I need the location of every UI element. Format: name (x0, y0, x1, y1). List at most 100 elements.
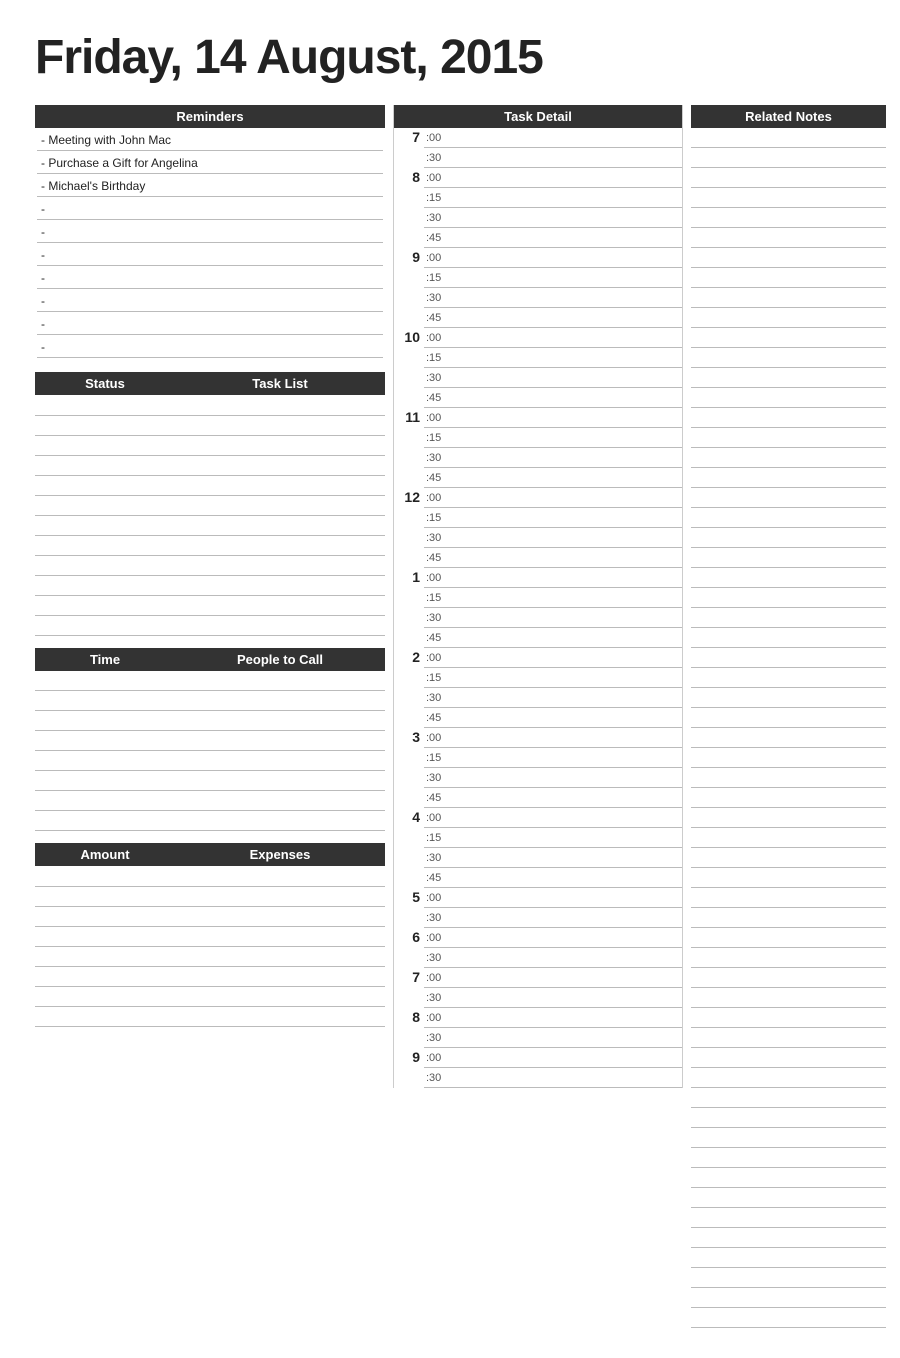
slot-row: :00 (424, 728, 682, 748)
slot-content (448, 529, 682, 547)
expense-desc-cell (125, 986, 385, 1006)
slot-content (448, 449, 682, 467)
task-list-section: Status Task List (35, 372, 385, 636)
slot-label: :15 (424, 272, 448, 284)
hour-label: 7 (394, 968, 424, 985)
slot-content (448, 669, 682, 687)
expense-desc-cell (125, 946, 385, 966)
call-person-cell (125, 811, 385, 831)
reminders-header: Reminders (35, 105, 385, 128)
expense-amount-cell (35, 966, 125, 986)
hour-label: 7 (394, 128, 424, 145)
task-detail-section: Task Detail 7:00:308:00:15:30:459:00:15:… (393, 105, 683, 1088)
task-list-row (35, 495, 385, 515)
task-status-cell (35, 395, 125, 415)
slot-content (448, 709, 682, 727)
slot-content (448, 369, 682, 387)
slot-content (448, 589, 682, 607)
note-row (691, 1028, 886, 1048)
note-row (691, 568, 886, 588)
task-list-row (35, 415, 385, 435)
expense-amount-cell (35, 946, 125, 966)
slot-content (448, 309, 682, 327)
note-row (691, 1108, 886, 1128)
hour-label: 3 (394, 728, 424, 745)
hour-label: 2 (394, 648, 424, 665)
call-row (35, 671, 385, 691)
slot-row: :15 (424, 508, 682, 528)
note-row (691, 748, 886, 768)
slot-label: :00 (424, 572, 448, 584)
slot-label: :15 (424, 752, 448, 764)
note-row (691, 228, 886, 248)
call-time-cell (35, 811, 125, 831)
slot-label: :30 (424, 1032, 448, 1044)
task-list-row (35, 555, 385, 575)
note-row (691, 648, 886, 668)
task-name-cell (125, 575, 385, 595)
slot-row: :15 (424, 348, 682, 368)
note-row (691, 428, 886, 448)
task-status-cell (35, 595, 125, 615)
slot-row: :45 (424, 548, 682, 568)
slot-label: :30 (424, 292, 448, 304)
slot-content (448, 489, 682, 507)
slot-row: :45 (424, 388, 682, 408)
slot-label: :00 (424, 732, 448, 744)
time-slots: :00:15:30:45 (424, 808, 682, 888)
note-row (691, 408, 886, 428)
task-status-cell (35, 455, 125, 475)
task-status-cell (35, 475, 125, 495)
slot-row: :00 (424, 808, 682, 828)
slot-content (448, 829, 682, 847)
task-status-cell (35, 575, 125, 595)
slot-label: :45 (424, 392, 448, 404)
task-name-cell (125, 395, 385, 415)
call-time-cell (35, 791, 125, 811)
expenses-header: Amount Expenses (35, 843, 385, 866)
slot-content (448, 629, 682, 647)
slot-label: :30 (424, 532, 448, 544)
note-row (691, 348, 886, 368)
slot-label: :30 (424, 372, 448, 384)
expense-desc-cell (125, 966, 385, 986)
call-people-header: People to Call (175, 648, 385, 671)
note-row (691, 768, 886, 788)
note-row (691, 1308, 886, 1328)
note-row (691, 948, 886, 968)
slot-content (448, 609, 682, 627)
note-row (691, 248, 886, 268)
expense-amount-cell (35, 986, 125, 1006)
time-slots: :00:30 (424, 968, 682, 1008)
expense-desc-cell (125, 926, 385, 946)
slot-label: :30 (424, 992, 448, 1004)
call-row (35, 751, 385, 771)
time-slots: :00:15:30:45 (424, 648, 682, 728)
hour-label: 5 (394, 888, 424, 905)
hour-block: 12:00:15:30:45 (394, 488, 682, 568)
slot-label: :45 (424, 232, 448, 244)
hour-label: 10 (394, 328, 424, 345)
slot-row: :30 (424, 1028, 682, 1048)
task-status-header: Status (35, 372, 175, 395)
slot-label: :00 (424, 652, 448, 664)
call-person-cell (125, 751, 385, 771)
expense-amount-cell (35, 866, 125, 886)
slot-label: :30 (424, 152, 448, 164)
hour-label: 8 (394, 1008, 424, 1025)
slot-label: :45 (424, 712, 448, 724)
time-slots: :00:15:30:45 (424, 488, 682, 568)
note-row (691, 148, 886, 168)
slot-row: :15 (424, 588, 682, 608)
slot-content (448, 549, 682, 567)
task-tasks-header: Task List (175, 372, 385, 395)
time-slots: :00:30 (424, 1008, 682, 1048)
note-row (691, 848, 886, 868)
call-row (35, 711, 385, 731)
task-list-row (35, 595, 385, 615)
reminder-item: - (37, 268, 383, 289)
slot-label: :15 (424, 832, 448, 844)
slot-row: :30 (424, 448, 682, 468)
note-row (691, 548, 886, 568)
expense-amount-header: Amount (35, 843, 175, 866)
